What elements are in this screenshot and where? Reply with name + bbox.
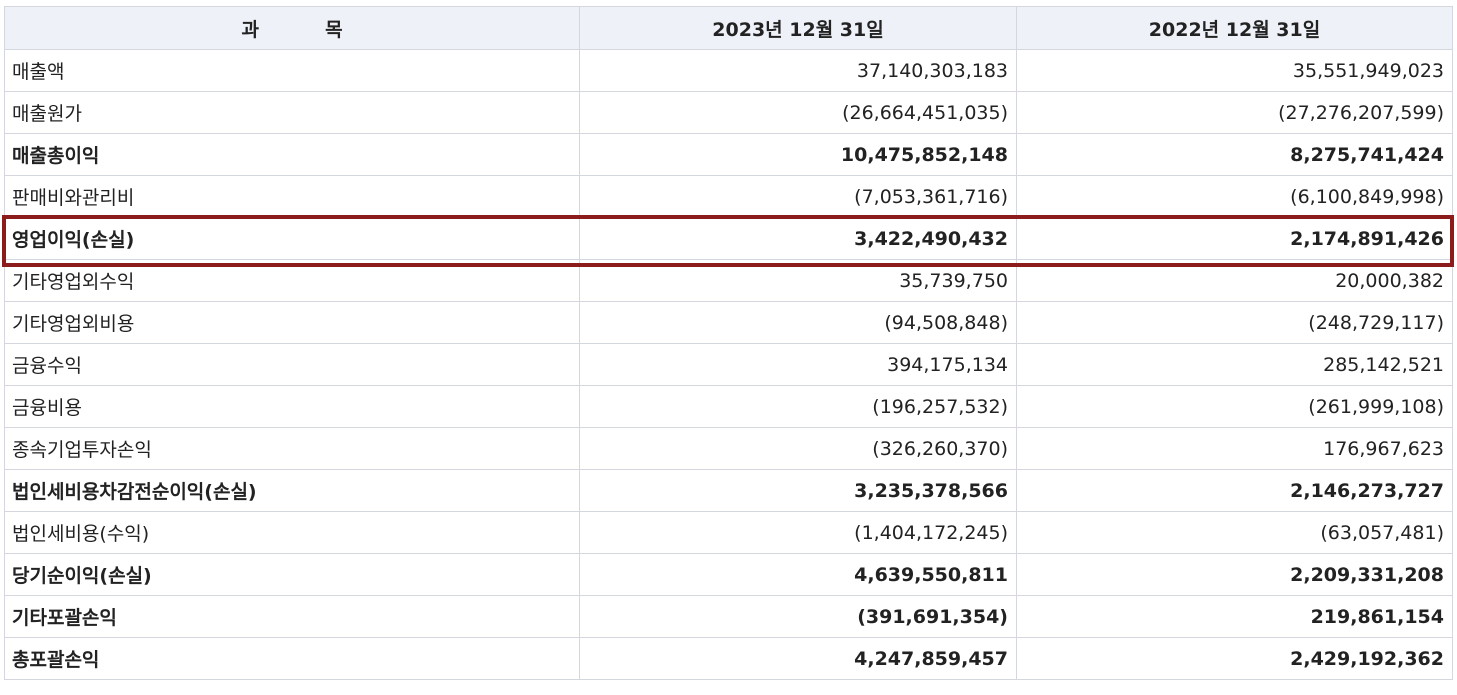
row-value-2023: (196,257,532) bbox=[579, 385, 1017, 428]
table-row: 당기순이익(손실) 4,639,550,811 2,209,331,208 bbox=[4, 553, 1453, 596]
row-account-label: 판매비와관리비 bbox=[4, 175, 580, 218]
row-value-2023: (1,404,172,245) bbox=[579, 511, 1017, 554]
table-body: 매출액 37,140,303,183 35,551,949,023 매출원가 (26,6… bbox=[4, 49, 1453, 680]
header-account: 과 목 bbox=[4, 6, 580, 50]
row-value-2022: (6,100,849,998) bbox=[1016, 175, 1453, 218]
row-value-2023: (391,691,354) bbox=[579, 595, 1017, 638]
table-row: 기타영업외비용 (94,508,848) (248,729,117) bbox=[4, 301, 1453, 344]
row-value-2023: (326,260,370) bbox=[579, 427, 1017, 470]
row-value-2023: (94,508,848) bbox=[579, 301, 1017, 344]
row-value-2023: 394,175,134 bbox=[579, 343, 1017, 386]
table-header-row: 과 목 2023년 12월 31일 2022년 12월 31일 bbox=[4, 6, 1453, 50]
income-statement-table: 과 목 2023년 12월 31일 2022년 12월 31일 매출액 37,14… bbox=[4, 6, 1453, 680]
row-value-2023: 35,739,750 bbox=[579, 259, 1017, 302]
row-value-2023: 37,140,303,183 bbox=[579, 49, 1017, 92]
table-row: 매출액 37,140,303,183 35,551,949,023 bbox=[4, 49, 1453, 92]
row-value-2022: 285,142,521 bbox=[1016, 343, 1453, 386]
row-value-2022: 35,551,949,023 bbox=[1016, 49, 1453, 92]
row-value-2022: (248,729,117) bbox=[1016, 301, 1453, 344]
row-value-2022: 219,861,154 bbox=[1016, 595, 1453, 638]
row-value-2023: 4,639,550,811 bbox=[579, 553, 1017, 596]
table-row: 금융수익 394,175,134 285,142,521 bbox=[4, 343, 1453, 386]
row-value-2022: 176,967,623 bbox=[1016, 427, 1453, 470]
row-account-label: 기타영업외비용 bbox=[4, 301, 580, 344]
row-value-2022: 20,000,382 bbox=[1016, 259, 1453, 302]
row-value-2022: (27,276,207,599) bbox=[1016, 91, 1453, 134]
row-account-label: 총포괄손익 bbox=[4, 637, 580, 680]
row-account-label: 기타영업외수익 bbox=[4, 259, 580, 302]
table-row: 판매비와관리비 (7,053,361,716) (6,100,849,998) bbox=[4, 175, 1453, 218]
row-value-2022: 2,146,273,727 bbox=[1016, 469, 1453, 512]
row-account-label: 법인세비용차감전순이익(손실) bbox=[4, 469, 580, 512]
table-row: 금융비용 (196,257,532) (261,999,108) bbox=[4, 385, 1453, 428]
statement-container: 과 목 2023년 12월 31일 2022년 12월 31일 매출액 37,14… bbox=[0, 0, 1457, 695]
table-row: 기타영업외수익 35,739,750 20,000,382 bbox=[4, 259, 1453, 302]
row-account-label: 매출액 bbox=[4, 49, 580, 92]
row-account-label: 매출원가 bbox=[4, 91, 580, 134]
row-account-label: 당기순이익(손실) bbox=[4, 553, 580, 596]
row-value-2022: (261,999,108) bbox=[1016, 385, 1453, 428]
table-row: 매출원가 (26,664,451,035) (27,276,207,599) bbox=[4, 91, 1453, 134]
row-value-2022: 2,429,192,362 bbox=[1016, 637, 1453, 680]
table-row: 법인세비용차감전순이익(손실) 3,235,378,566 2,146,273,72… bbox=[4, 469, 1453, 512]
header-2023: 2023년 12월 31일 bbox=[579, 6, 1017, 50]
row-value-2022: 8,275,741,424 bbox=[1016, 133, 1453, 176]
table-row: 총포괄손익 4,247,859,457 2,429,192,362 bbox=[4, 637, 1453, 680]
row-value-2023: 4,247,859,457 bbox=[579, 637, 1017, 680]
table-row: 영업이익(손실) 3,422,490,432 2,174,891,426 bbox=[4, 217, 1453, 260]
row-value-2023: (26,664,451,035) bbox=[579, 91, 1017, 134]
row-value-2023: 10,475,852,148 bbox=[579, 133, 1017, 176]
row-value-2023: (7,053,361,716) bbox=[579, 175, 1017, 218]
row-account-label: 기타포괄손익 bbox=[4, 595, 580, 638]
row-account-label: 금융수익 bbox=[4, 343, 580, 386]
row-value-2023: 3,235,378,566 bbox=[579, 469, 1017, 512]
table-row: 법인세비용(수익) (1,404,172,245) (63,057,481) bbox=[4, 511, 1453, 554]
row-account-label: 매출총이익 bbox=[4, 133, 580, 176]
row-value-2022: (63,057,481) bbox=[1016, 511, 1453, 554]
table-row: 매출총이익 10,475,852,148 8,275,741,424 bbox=[4, 133, 1453, 176]
row-value-2022: 2,209,331,208 bbox=[1016, 553, 1453, 596]
row-value-2023: 3,422,490,432 bbox=[579, 217, 1017, 260]
table-row: 종속기업투자손익 (326,260,370) 176,967,623 bbox=[4, 427, 1453, 470]
row-account-label: 영업이익(손실) bbox=[4, 217, 580, 260]
table-row: 기타포괄손익 (391,691,354) 219,861,154 bbox=[4, 595, 1453, 638]
row-account-label: 종속기업투자손익 bbox=[4, 427, 580, 470]
row-account-label: 금융비용 bbox=[4, 385, 580, 428]
row-value-2022: 2,174,891,426 bbox=[1016, 217, 1453, 260]
header-2022: 2022년 12월 31일 bbox=[1016, 6, 1453, 50]
row-account-label: 법인세비용(수익) bbox=[4, 511, 580, 554]
